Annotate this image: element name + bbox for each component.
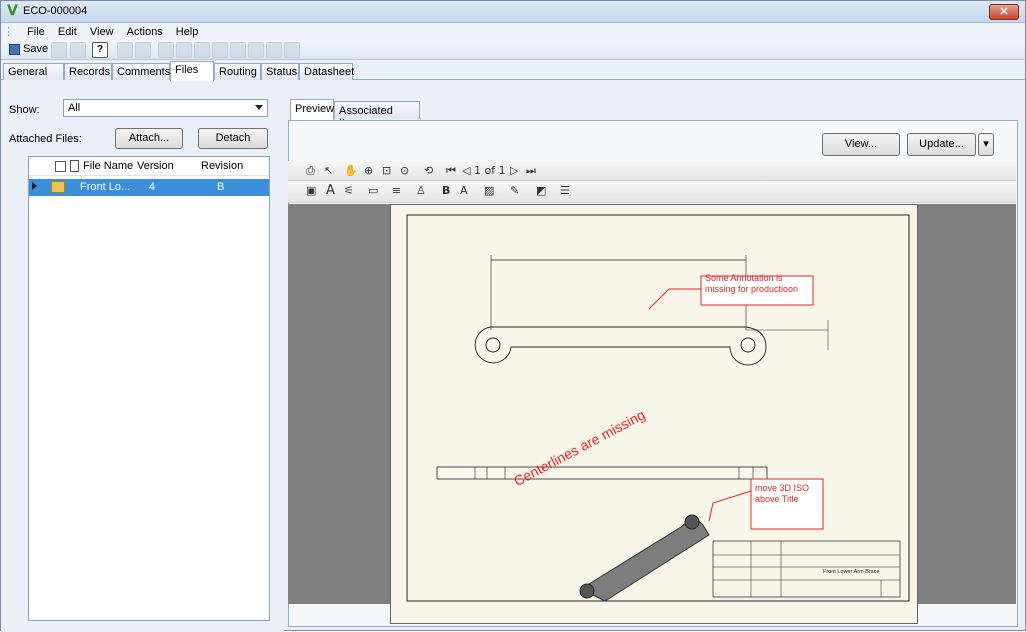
revision-cell: B — [217, 181, 225, 193]
zoom-fit-icon[interactable]: ⊙ — [400, 164, 409, 177]
title-bar: V ECO-000004 ✕ — [1, 1, 1025, 23]
cut-icon[interactable] — [51, 42, 67, 58]
viewer-toolbar-navigation: ⎙ ↖ ✋ ⊕ ⊡ ⊙ ⟲ ⏮ ◁ 1 of 1 ▷ ⏭ — [288, 161, 1016, 181]
update-button[interactable]: Update... — [907, 133, 976, 156]
first-page-icon[interactable]: ⏮ — [446, 164, 456, 178]
menu-view[interactable]: View — [85, 24, 119, 40]
title-block-text: Front Lower Arm Brace — [823, 569, 880, 575]
last-page-icon[interactable]: ⏭ — [526, 164, 536, 178]
zoom-in-icon[interactable]: ⊕ — [364, 164, 373, 177]
line-width-icon[interactable]: ☰ — [560, 184, 570, 197]
chevron-down-icon — [255, 105, 263, 110]
main-tab-bar: General Records Comments Files Routing S… — [1, 60, 1025, 81]
check-icon[interactable] — [266, 42, 282, 58]
floppy-disk-icon — [9, 44, 20, 55]
text-tool-icon[interactable]: A — [326, 183, 335, 198]
rotate-icon[interactable]: ⟲ — [424, 164, 433, 177]
refresh-icon[interactable] — [70, 42, 86, 58]
tab-comments[interactable]: Comments — [112, 63, 170, 80]
menu-actions[interactable]: Actions — [122, 24, 168, 40]
reject-icon[interactable] — [248, 42, 264, 58]
file-name-cell: Front Lo... — [80, 181, 131, 193]
preview-panel: Preview Associated Items View... Update.… — [285, 98, 1022, 628]
drawing-viewer[interactable]: Some Annotation is missing for productio… — [288, 204, 1016, 624]
drawing-file-icon — [51, 181, 65, 193]
grid-header: File Name Version Revision — [29, 157, 269, 176]
stamp-icon[interactable]: ⚟ — [344, 184, 354, 197]
user-stamp-icon[interactable]: ♙ — [416, 184, 426, 197]
row-selector-icon — [32, 182, 37, 190]
version-cell: 4 — [149, 181, 156, 193]
audit-icon[interactable] — [284, 42, 300, 58]
bold-icon[interactable]: B — [442, 184, 450, 197]
next-page-icon[interactable]: ▷ — [510, 164, 518, 177]
menu-bar: ⋮ File Edit View Actions Help — [1, 23, 1025, 40]
col-version[interactable]: Version — [137, 160, 174, 172]
tab-associated-items[interactable]: Associated Items — [334, 101, 420, 129]
attached-files-grid: File Name Version Revision Front Lo... 4… — [28, 156, 270, 621]
table-row[interactable]: Front Lo... 4 B — [29, 179, 269, 196]
fill-color-icon[interactable]: ▨ — [484, 184, 494, 197]
line-style-icon[interactable]: ≡ — [392, 184, 401, 197]
menu-edit[interactable]: Edit — [53, 24, 82, 40]
update-menu-button[interactable]: ▾ — [978, 133, 994, 156]
callout2-line1: move 3D ISO — [755, 483, 810, 493]
app-logo-icon: V — [7, 3, 18, 19]
tab-records[interactable]: Records — [64, 63, 112, 80]
copy-icon[interactable] — [135, 42, 151, 58]
col-revision[interactable]: Revision — [201, 160, 243, 172]
menu-grip-icon: ⋮ — [3, 26, 14, 38]
tab-routing[interactable]: Routing — [214, 63, 261, 80]
tab-preview[interactable]: Preview — [290, 99, 334, 120]
drawing-canvas — [406, 214, 910, 602]
attach-button[interactable]: Attach... — [115, 128, 183, 149]
menu-help[interactable]: Help — [171, 24, 204, 40]
menu-file[interactable]: File — [22, 24, 50, 40]
annotation-callout-missing: Some Annotation is missing for productio… — [705, 273, 798, 295]
save-button[interactable]: Save — [7, 42, 49, 58]
page-indicator: 1 of 1 — [474, 164, 506, 177]
detach-button[interactable]: Detach — [198, 128, 268, 149]
show-value: All — [68, 102, 81, 114]
attached-files-label: Attached Files: — [9, 133, 82, 145]
attach-icon[interactable] — [194, 42, 210, 58]
save-markup-icon[interactable]: ▣ — [306, 184, 316, 197]
signoff-icon[interactable] — [212, 42, 228, 58]
callout1-line1: Some Annotation is — [705, 273, 783, 283]
prev-page-icon[interactable]: ◁ — [462, 164, 470, 177]
view-button[interactable]: View... — [822, 133, 900, 156]
page-icon[interactable] — [117, 42, 133, 58]
tab-status[interactable]: Status — [261, 63, 299, 80]
eco-window: V ECO-000004 ✕ ⋮ File Edit View Actions … — [0, 0, 1026, 632]
viewer-toolbar-markup: ▣ A ⚟ ▭ ≡ ♙ B A ▨ ✎ ◩ ☰ — [288, 181, 1016, 203]
callout1-line2: missing for productioon — [705, 284, 799, 294]
select-icon[interactable]: ↖ — [324, 164, 333, 177]
save-label: Save — [23, 43, 49, 55]
col-file-name[interactable]: File Name — [83, 160, 133, 172]
close-button[interactable]: ✕ — [989, 4, 1019, 20]
move-up-icon[interactable] — [158, 42, 174, 58]
approve-icon[interactable] — [230, 42, 246, 58]
help-icon[interactable]: ? — [92, 42, 108, 58]
show-dropdown[interactable]: All — [63, 99, 268, 117]
line-color-icon[interactable]: ✎ — [510, 184, 519, 197]
callout2-line2: above Title — [755, 494, 799, 504]
print-icon[interactable]: ⎙ — [306, 164, 315, 178]
move-down-icon[interactable] — [176, 42, 192, 58]
font-size-icon[interactable]: A — [460, 184, 468, 197]
highlight-icon[interactable]: ◩ — [536, 184, 546, 197]
main-toolbar: Save ? — [1, 40, 1025, 60]
file-type-icon — [70, 160, 79, 172]
pan-icon[interactable]: ✋ — [344, 164, 358, 177]
tab-files[interactable]: Files — [170, 61, 214, 81]
tab-general[interactable]: General — [3, 63, 64, 80]
drawing-sheet: Some Annotation is missing for productio… — [390, 204, 918, 624]
tab-datasheet[interactable]: Datasheet — [299, 63, 354, 80]
callout-icon[interactable]: ▭ — [368, 184, 378, 197]
show-label: Show: — [9, 104, 40, 116]
zoom-window-icon[interactable]: ⊡ — [382, 164, 391, 177]
window-title: ECO-000004 — [23, 5, 88, 17]
annotation-callout-iso: move 3D ISO above Title — [755, 483, 809, 505]
grid-view-icon[interactable] — [55, 161, 66, 172]
